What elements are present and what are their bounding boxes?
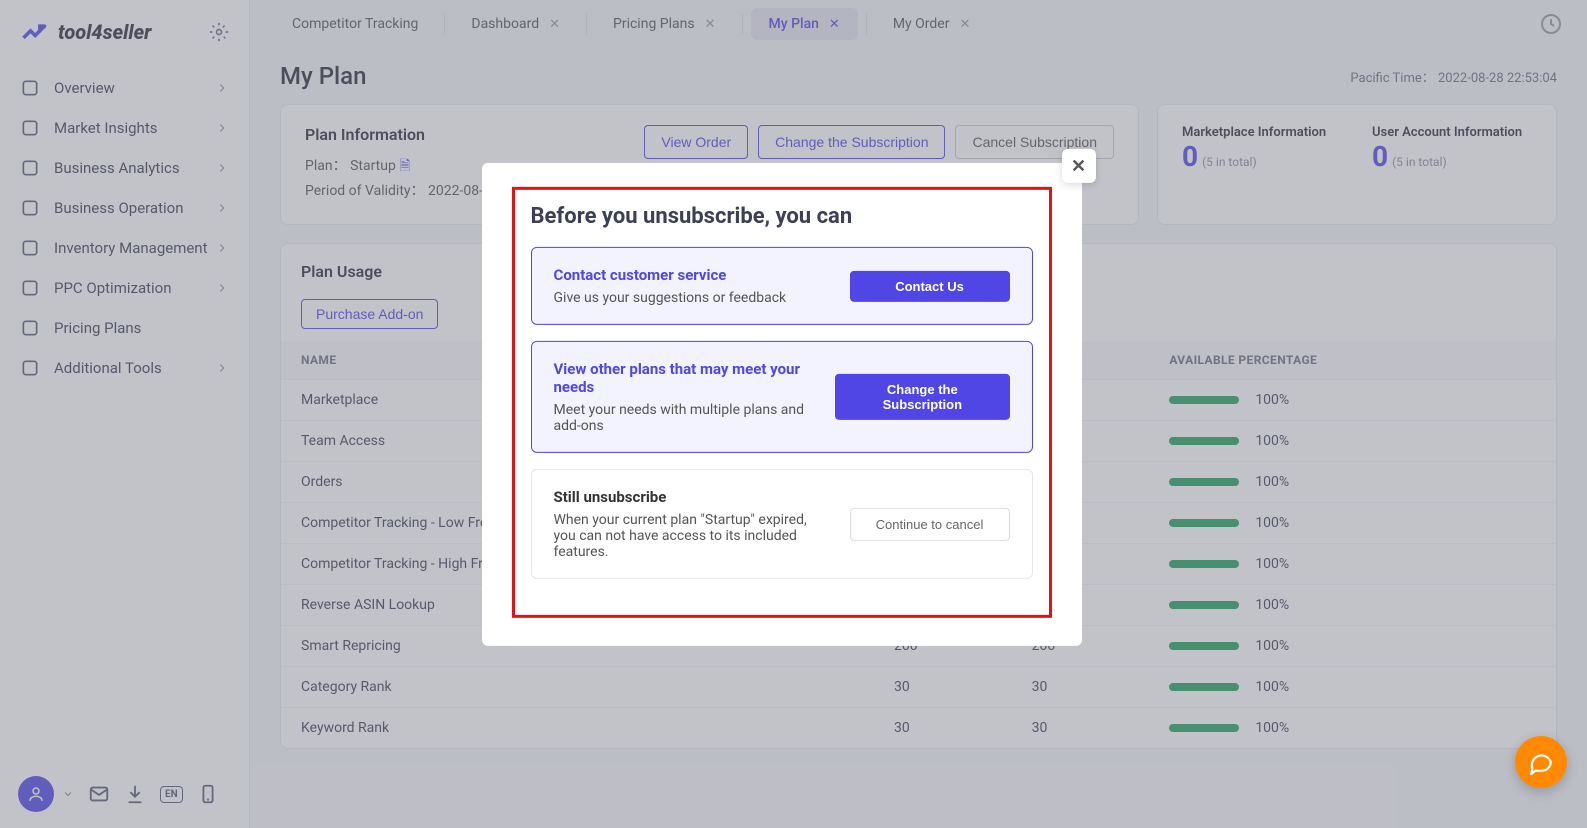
modal-title: Before you unsubscribe, you can bbox=[531, 204, 1033, 229]
modal-option-0: Contact customer serviceGive us your sug… bbox=[531, 247, 1033, 325]
chat-fab[interactable] bbox=[1515, 736, 1567, 788]
modal-option-button-1[interactable]: Change the Subscription bbox=[835, 374, 1009, 420]
modal-option-button-2[interactable]: Continue to cancel bbox=[850, 507, 1010, 540]
chat-icon bbox=[1528, 749, 1554, 775]
unsubscribe-modal: ✕ Before you unsubscribe, you can Contac… bbox=[482, 163, 1082, 646]
modal-close-button[interactable]: ✕ bbox=[1062, 149, 1096, 183]
modal-option-2: Still unsubscribeWhen your current plan … bbox=[531, 469, 1033, 579]
modal-option-button-0[interactable]: Contact Us bbox=[850, 270, 1010, 301]
modal-option-1: View other plans that may meet your need… bbox=[531, 341, 1033, 453]
